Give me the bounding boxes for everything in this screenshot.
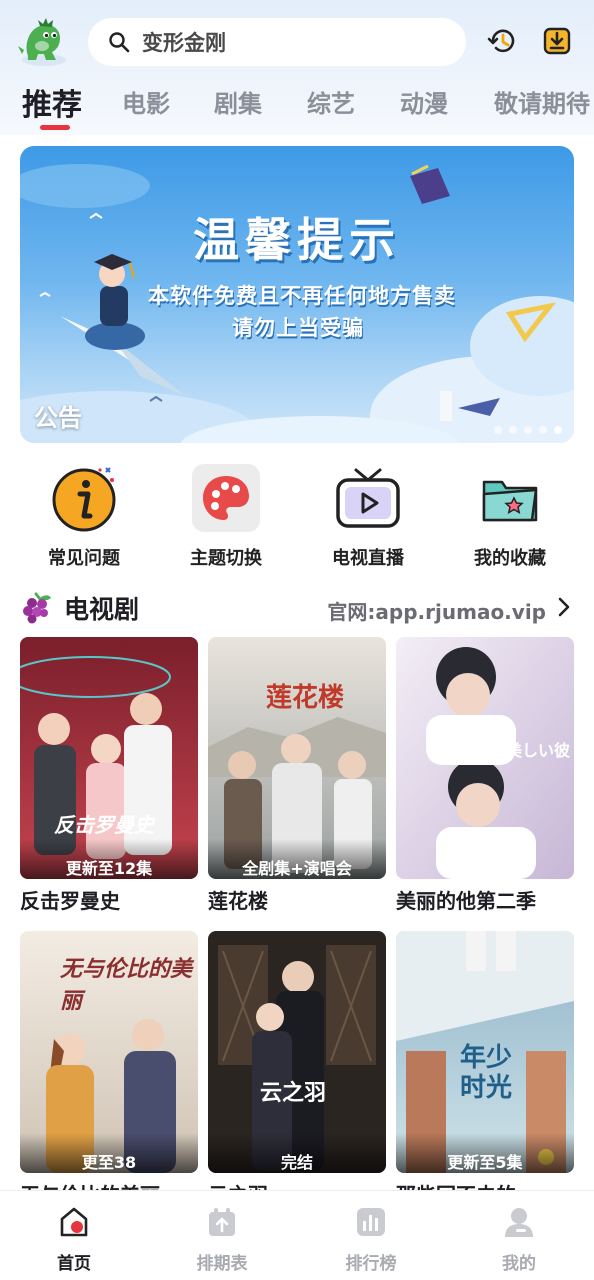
- search-bar[interactable]: 变形金刚: [88, 18, 466, 66]
- shortcut-favorites-label: 我的收藏: [474, 548, 546, 569]
- folder-star-icon: [482, 480, 538, 522]
- shortcut-faq-label: 常见问题: [48, 548, 120, 569]
- chevron-right-icon[interactable]: [554, 596, 574, 618]
- tab-recommend[interactable]: 推荐: [22, 80, 82, 124]
- section-title: 电视剧: [64, 595, 140, 624]
- shortcut-theme-label: 主题切换: [190, 548, 262, 569]
- info-icon: [52, 467, 116, 532]
- show-card[interactable]: 反击罗曼史 更新至12集 反击罗曼史: [20, 637, 198, 914]
- show-title: 美丽的他第二季: [396, 889, 536, 913]
- show-card[interactable]: 莲花楼 全剧集+演唱会 莲花楼: [208, 637, 386, 914]
- episode-badge: [396, 839, 574, 879]
- profile-icon: [505, 1208, 533, 1237]
- tv-icon: [336, 468, 400, 528]
- show-poster[interactable]: 莲花楼 全剧集+演唱会: [208, 637, 386, 879]
- show-card[interactable]: 美しい彼 美丽的他第二季: [396, 637, 574, 914]
- tab-coming-soon[interactable]: 敬请期待: [494, 84, 590, 119]
- logo-dinosaur-icon[interactable]: [16, 16, 72, 68]
- grape-icon: [23, 592, 51, 624]
- ranking-icon: [357, 1208, 385, 1236]
- palette-icon: [192, 464, 260, 532]
- category-tabs: 推荐 电影 剧集 综艺 动漫 敬请期待: [0, 80, 594, 132]
- show-poster[interactable]: 美しい彼: [396, 637, 574, 879]
- show-card[interactable]: 云之羽 完结 云之羽: [208, 931, 386, 1208]
- shortcut-live-tv-label: 电视直播: [332, 548, 404, 569]
- show-poster[interactable]: 云之羽 完结: [208, 931, 386, 1173]
- show-poster[interactable]: 年少时光 更新至5集: [396, 931, 574, 1173]
- tab-variety[interactable]: 综艺: [307, 84, 355, 119]
- nav-profile[interactable]: 我的: [464, 1205, 574, 1274]
- announcement-banner[interactable]: 温馨提示 本软件免费且不再任何地方售卖 请勿上当受骗 公告: [20, 146, 574, 443]
- banner-label: 公告: [34, 404, 82, 432]
- home-icon: [60, 1207, 88, 1237]
- shortcut-theme[interactable]: 主题切换: [166, 456, 286, 570]
- banner-notice-line1: 本软件免费且不再任何地方售卖: [148, 284, 456, 308]
- poster-title-art: 美しい彼: [506, 741, 571, 760]
- episode-badge: 更新至12集: [20, 839, 198, 879]
- episode-badge: 全剧集+演唱会: [208, 839, 386, 879]
- shortcut-faq[interactable]: 常见问题: [24, 456, 144, 570]
- nav-home-label: 首页: [57, 1254, 91, 1274]
- tab-movies[interactable]: 电影: [122, 84, 170, 119]
- shortcut-live-tv[interactable]: 电视直播: [308, 456, 428, 570]
- nav-ranking-label: 排行榜: [345, 1254, 397, 1274]
- banner-notice-line2: 请勿上当受骗: [232, 316, 364, 340]
- tab-active-indicator: [40, 125, 70, 130]
- bottom-navigation: 首页 排期表 排行榜 我的: [0, 1190, 594, 1280]
- shortcut-favorites[interactable]: 我的收藏: [450, 456, 570, 570]
- history-icon[interactable]: [486, 24, 520, 58]
- show-title: 莲花楼: [208, 889, 268, 913]
- poster-title-art: 莲花楼: [266, 683, 345, 713]
- nav-schedule[interactable]: 排期表: [167, 1205, 277, 1274]
- poster-title-art: 年少时光: [460, 1043, 513, 1103]
- pagination-dot[interactable]: [539, 426, 547, 434]
- show-poster[interactable]: 无与伦比的美丽 更至38: [20, 931, 198, 1173]
- poster-title-art: 反击罗曼史: [54, 813, 154, 837]
- search-icon: [109, 32, 130, 53]
- episode-badge: 更至38: [20, 1133, 198, 1173]
- download-icon[interactable]: [540, 24, 574, 58]
- episode-badge: 完结: [208, 1133, 386, 1173]
- tab-anime[interactable]: 动漫: [400, 84, 448, 119]
- calendar-icon: [209, 1208, 235, 1236]
- show-poster[interactable]: 反击罗曼史 更新至12集: [20, 637, 198, 879]
- show-card[interactable]: 无与伦比的美丽 更至38 无与伦比的美丽: [20, 931, 198, 1208]
- poster-title-art: 云之羽: [260, 1080, 327, 1106]
- nav-ranking[interactable]: 排行榜: [316, 1205, 426, 1274]
- banner-title: 温馨提示: [193, 213, 401, 267]
- pagination-dot-active[interactable]: [554, 426, 562, 434]
- episode-badge: 更新至5集: [396, 1133, 574, 1173]
- banner-pagination: [494, 426, 562, 434]
- show-title: 反击罗曼史: [20, 889, 120, 913]
- nav-schedule-label: 排期表: [196, 1254, 248, 1274]
- tv-series-section-header: 电视剧 官网:app.rjumao.vip: [20, 588, 576, 628]
- shortcut-row: 常见问题 主题切换 电视直播 我的收藏: [0, 456, 594, 576]
- pagination-dot[interactable]: [494, 426, 502, 434]
- pagination-dot[interactable]: [509, 426, 517, 434]
- poster-title-art: 无与伦比的美丽: [60, 956, 193, 1014]
- pagination-dot[interactable]: [524, 426, 532, 434]
- tab-series[interactable]: 剧集: [214, 84, 262, 119]
- search-placeholder: 变形金刚: [142, 31, 226, 55]
- nav-home[interactable]: 首页: [19, 1205, 129, 1274]
- section-more-link[interactable]: 官网:app.rjumao.vip: [327, 596, 546, 625]
- nav-profile-label: 我的: [502, 1254, 536, 1274]
- show-card[interactable]: 年少时光 更新至5集 那些回不去的…: [396, 931, 574, 1208]
